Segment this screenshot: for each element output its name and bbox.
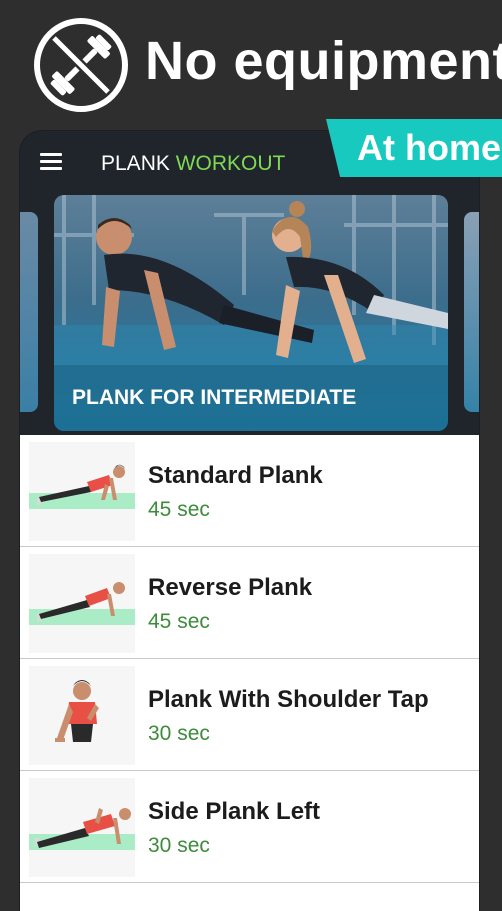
- exercise-name: Standard Plank: [148, 462, 323, 489]
- app-title-accent: WORKOUT: [175, 152, 286, 175]
- exercise-duration: 45 sec: [148, 498, 210, 521]
- standard-plank-illustration: [29, 442, 135, 541]
- featured-workout-card[interactable]: PLANK FOR INTERMEDIATE: [54, 195, 448, 431]
- exercise-row-partial[interactable]: [20, 883, 479, 911]
- featured-workout-title: PLANK FOR INTERMEDIATE: [72, 386, 357, 409]
- exercise-list: Standard Plank 45 sec Reverse Plank 45 s…: [20, 435, 479, 911]
- exercise-row-shoulder-tap[interactable]: Plank With Shoulder Tap 30 sec: [20, 659, 479, 771]
- phone-frame: PLANK WORKOUT PLANK FOR INTERMEDIATE Sta…: [20, 131, 479, 911]
- exercise-row-reverse-plank[interactable]: Reverse Plank 45 sec: [20, 547, 479, 659]
- app-title: PLANK WORKOUT: [101, 152, 285, 176]
- exercise-name: Side Plank Left: [148, 798, 321, 825]
- side-plank-illustration: [29, 778, 135, 877]
- exercise-duration: 30 sec: [148, 834, 210, 857]
- at-home-badge: At home: [326, 119, 502, 177]
- featured-carousel[interactable]: PLANK FOR INTERMEDIATE: [20, 195, 479, 433]
- exercise-name: Plank With Shoulder Tap: [148, 686, 429, 713]
- exercise-row-standard-plank[interactable]: Standard Plank 45 sec: [20, 435, 479, 547]
- hamburger-menu-icon[interactable]: [40, 153, 62, 171]
- exercise-name: Reverse Plank: [148, 574, 313, 601]
- shoulder-tap-illustration: [29, 666, 135, 765]
- no-dumbbell-icon: [34, 18, 128, 112]
- promo-title: No equipment: [145, 31, 502, 91]
- exercise-duration: 30 sec: [148, 722, 210, 745]
- app-title-main: PLANK: [101, 152, 170, 175]
- carousel-prev-card[interactable]: [20, 212, 38, 412]
- exercise-row-side-plank-left[interactable]: Side Plank Left 30 sec: [20, 771, 479, 883]
- carousel-next-card[interactable]: [464, 212, 479, 412]
- exercise-duration: 45 sec: [148, 610, 210, 633]
- reverse-plank-illustration: [29, 554, 135, 653]
